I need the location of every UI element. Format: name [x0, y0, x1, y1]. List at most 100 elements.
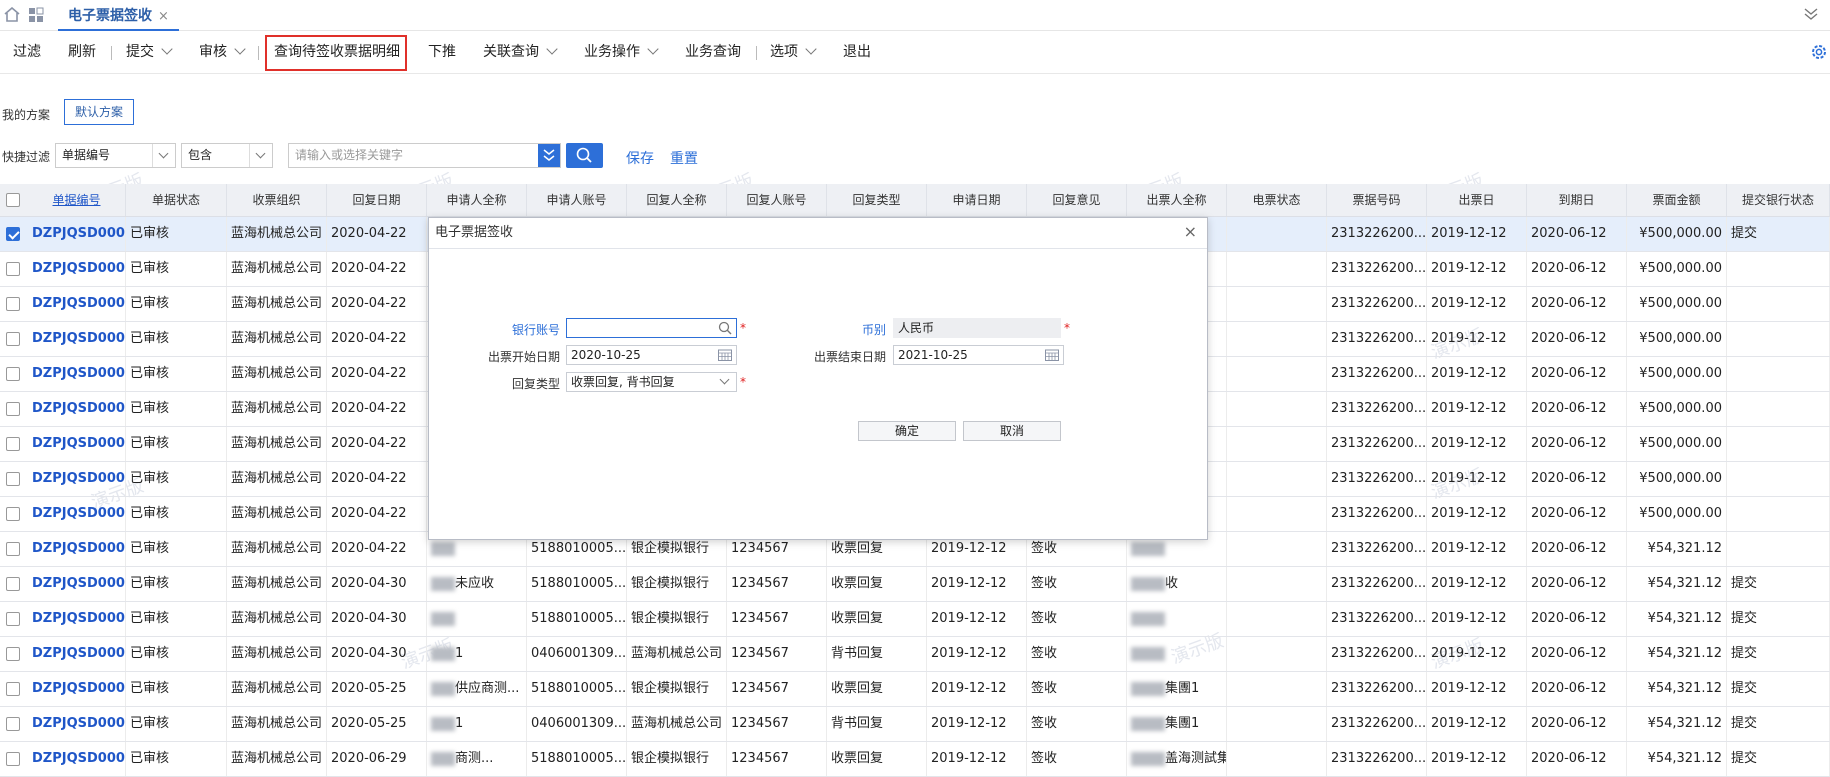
- calendar-icon[interactable]: [1045, 349, 1059, 361]
- cell-bill-no[interactable]: DZPJQSD000...: [28, 252, 126, 286]
- column-header-face-amount[interactable]: 票面金额: [1627, 184, 1727, 216]
- row-checkbox[interactable]: [6, 682, 20, 696]
- column-header-applicant-account[interactable]: 申请人账号: [527, 184, 627, 216]
- home-icon[interactable]: [4, 7, 20, 22]
- column-header-reply-type[interactable]: 回复类型: [827, 184, 927, 216]
- column-header-bill-number[interactable]: 票据号码: [1327, 184, 1427, 216]
- table-row[interactable]: DZPJQSD000...已审核蓝海机械总公司2020-04-301040600…: [0, 637, 1830, 672]
- cell-bill-no[interactable]: DZPJQSD000...: [28, 217, 126, 251]
- cell-bill-no[interactable]: DZPJQSD000...: [28, 357, 126, 391]
- row-checkbox[interactable]: [6, 577, 20, 591]
- bank-account-input[interactable]: [566, 318, 737, 338]
- column-header-reply-opinion[interactable]: 回复意见: [1027, 184, 1127, 216]
- cell-bill-no[interactable]: DZPJQSD000...: [28, 602, 126, 636]
- default-scheme-button[interactable]: 默认方案: [64, 99, 134, 125]
- cell-due-date: 2020-06-12: [1527, 322, 1627, 356]
- cell-receiving-org: 蓝海机械总公司: [227, 217, 327, 251]
- cell-bill-status: 已审核: [126, 707, 227, 741]
- cell-bank-submit-status: [1727, 252, 1830, 286]
- close-icon[interactable]: ×: [1184, 224, 1197, 240]
- cell-applicant-name: 1: [427, 707, 527, 741]
- cell-bill-no[interactable]: DZPJQSD000...: [28, 392, 126, 426]
- row-checkbox[interactable]: [6, 227, 20, 241]
- business-query-button[interactable]: 业务查询: [685, 31, 741, 73]
- end-date-input[interactable]: 2021-10-25: [893, 345, 1064, 365]
- row-checkbox[interactable]: [6, 402, 20, 416]
- row-checkbox[interactable]: [6, 542, 20, 556]
- column-header-replier-account[interactable]: 回复人账号: [727, 184, 827, 216]
- currency-input[interactable]: 人民币: [893, 318, 1061, 338]
- table-row[interactable]: DZPJQSD000...已审核蓝海机械总公司2020-04-30 5188010…: [0, 602, 1830, 637]
- column-header-applicant-name[interactable]: 申请人全称: [427, 184, 527, 216]
- currency-label: 币别: [861, 323, 886, 337]
- select-all-checkbox[interactable]: [6, 193, 20, 207]
- chevron-down-icon[interactable]: [1804, 8, 1818, 20]
- options-button[interactable]: 选项: [770, 31, 817, 73]
- row-checkbox[interactable]: [6, 717, 20, 731]
- row-checkbox[interactable]: [6, 332, 20, 346]
- business-ops-button[interactable]: 业务操作: [584, 31, 659, 73]
- column-header-ebill-status[interactable]: 电票状态: [1227, 184, 1327, 216]
- cell-bill-no[interactable]: DZPJQSD000...: [28, 497, 126, 531]
- column-header-replier-name[interactable]: 回复人全称: [627, 184, 727, 216]
- column-header-apply-date[interactable]: 申请日期: [927, 184, 1027, 216]
- column-header-bill-no[interactable]: 单据编号: [28, 184, 126, 216]
- submit-button[interactable]: 提交: [126, 31, 173, 73]
- cell-bill-no[interactable]: DZPJQSD000...: [28, 322, 126, 356]
- audit-button[interactable]: 审核: [199, 31, 246, 73]
- filter-button[interactable]: 过滤: [13, 31, 41, 73]
- cell-bill-no[interactable]: DZPJQSD000...: [28, 532, 126, 566]
- table-row[interactable]: DZPJQSD000...已审核蓝海机械总公司2020-04-30未应收5188…: [0, 567, 1830, 602]
- cell-ebill-status: [1227, 427, 1327, 461]
- row-checkbox[interactable]: [6, 752, 20, 766]
- refresh-button[interactable]: 刷新: [68, 31, 96, 73]
- tab-close-icon[interactable]: ×: [158, 9, 169, 24]
- row-checkbox[interactable]: [6, 647, 20, 661]
- row-checkbox[interactable]: [6, 437, 20, 451]
- cell-bill-no[interactable]: DZPJQSD000...: [28, 672, 126, 706]
- cell-bill-no[interactable]: DZPJQSD000...: [28, 637, 126, 671]
- row-checkbox[interactable]: [6, 367, 20, 381]
- cell-issue-date: 2019-12-12: [1427, 322, 1527, 356]
- reset-scheme-link[interactable]: 重置: [670, 148, 698, 168]
- column-header-bill-status[interactable]: 单据状态: [126, 184, 227, 216]
- push-down-button[interactable]: 下推: [428, 31, 456, 73]
- save-scheme-link[interactable]: 保存: [626, 148, 654, 168]
- keyword-dropdown[interactable]: [538, 144, 560, 167]
- column-header-bank-submit-status[interactable]: 提交银行状态: [1727, 184, 1830, 216]
- row-checkbox[interactable]: [6, 472, 20, 486]
- cell-due-date: 2020-06-12: [1527, 532, 1627, 566]
- table-row[interactable]: DZPJQSD000...已审核蓝海机械总公司2020-05-251040600…: [0, 707, 1830, 742]
- filter-keyword-input[interactable]: 请输入或选择关键字: [288, 143, 561, 168]
- reply-type-select[interactable]: 收票回复, 背书回复: [566, 372, 737, 392]
- column-header-drawer-name[interactable]: 出票人全称: [1127, 184, 1227, 216]
- row-checkbox[interactable]: [6, 507, 20, 521]
- search-button[interactable]: [566, 143, 603, 168]
- redacted-block: [431, 611, 455, 626]
- cell-bill-no[interactable]: DZPJQSD000...: [28, 707, 126, 741]
- table-row[interactable]: DZPJQSD000...已审核蓝海机械总公司2020-05-25供应商测...…: [0, 672, 1830, 707]
- cell-bill-no[interactable]: DZPJQSD000...: [28, 287, 126, 321]
- cell-ebill-status: [1227, 392, 1327, 426]
- row-checkbox[interactable]: [6, 612, 20, 626]
- confirm-button[interactable]: 确定: [858, 421, 956, 441]
- cancel-button[interactable]: 取消: [963, 421, 1061, 441]
- cell-bill-no[interactable]: DZPJQSD000...: [28, 462, 126, 496]
- row-checkbox[interactable]: [6, 297, 20, 311]
- tab-e-bill-receipt[interactable]: 电子票据签收 ×: [58, 0, 179, 31]
- column-header-receiving-org[interactable]: 收票组织: [227, 184, 327, 216]
- column-header-issue-date[interactable]: 出票日: [1427, 184, 1527, 216]
- exit-button[interactable]: 退出: [843, 31, 871, 73]
- column-header-due-date[interactable]: 到期日: [1527, 184, 1627, 216]
- row-checkbox[interactable]: [6, 262, 20, 276]
- start-date-input[interactable]: 2020-10-25: [566, 345, 737, 365]
- cell-bill-no[interactable]: DZPJQSD000...: [28, 567, 126, 601]
- cell-bill-no[interactable]: DZPJQSD000...: [28, 427, 126, 461]
- cell-bill-no[interactable]: DZPJQSD000...: [28, 742, 126, 776]
- apps-icon[interactable]: [28, 7, 44, 22]
- related-query-button[interactable]: 关联查询: [483, 31, 558, 73]
- filter-field-select[interactable]: 单据编号: [55, 143, 176, 168]
- filter-operator-select[interactable]: 包含: [181, 143, 273, 168]
- column-header-reply-date[interactable]: 回复日期: [327, 184, 427, 216]
- settings-gear-icon[interactable]: [1810, 43, 1828, 61]
